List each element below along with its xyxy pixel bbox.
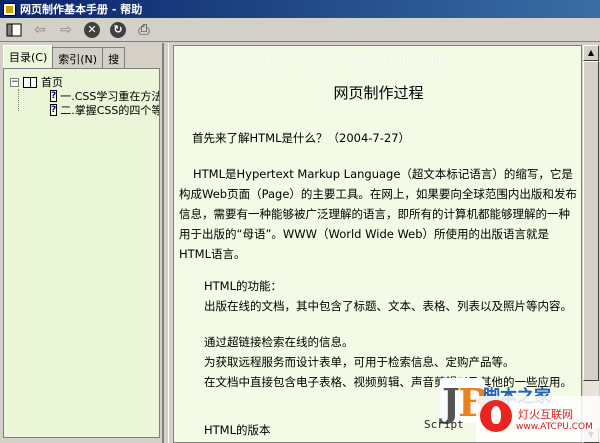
collapse-icon[interactable]: −: [10, 77, 19, 87]
print-icon: ⎙: [138, 21, 150, 38]
paragraph: 首先来了解HTML是什么？（2004-7-27）: [192, 131, 411, 145]
atcpu-logo: 灯火互联网 www.ATCPU.COM: [476, 396, 600, 442]
refresh-icon: ↻: [110, 21, 126, 38]
open-book-icon: [23, 76, 37, 88]
refresh-button[interactable]: ↻: [108, 20, 128, 40]
flame-icon: [480, 400, 512, 432]
window-title: 网页制作基本手册 - 帮助: [20, 3, 143, 16]
document-title: 网页制作过程: [333, 84, 424, 102]
tree-root-node[interactable]: − 首页: [4, 75, 159, 89]
help-app-icon: [3, 2, 16, 16]
tab-search[interactable]: 搜: [102, 47, 126, 68]
atcpu-name: 灯火互联网: [518, 408, 573, 421]
tab-contents[interactable]: 目录(C): [3, 45, 54, 68]
scroll-up-button[interactable]: ▲: [583, 45, 599, 61]
paragraph: HTML的功能：: [204, 279, 283, 293]
paragraph: 出版在线的文档，其中包含了标题、文本、表格、列表以及照片等内容。: [204, 299, 572, 313]
stop-icon: ✕: [84, 21, 100, 38]
paragraph: HTML是Hypertext Markup Language（超文本标记语言）的…: [179, 167, 577, 261]
help-page-icon: ?: [50, 104, 58, 116]
toolbar: ⇦ ⇨ ✕ ↻ ⎙: [0, 18, 600, 42]
contents-tree: − 首页 ? 一.CSS学习重在方法 ? 二.掌握CSS的四个等: [4, 75, 160, 117]
back-arrow-icon: ⇦: [34, 21, 46, 38]
contents-tree-panel: − 首页 ? 一.CSS学习重在方法 ? 二.掌握CSS的四个等: [3, 68, 160, 438]
tab-index[interactable]: 索引(N): [52, 47, 104, 68]
print-button[interactable]: ⎙: [134, 20, 154, 40]
tree-item[interactable]: ? 一.CSS学习重在方法: [4, 89, 160, 103]
powered-by-watermark: Powered by Gisun http://www.gisun.com: [178, 54, 446, 68]
tree-item[interactable]: ? 二.掌握CSS的四个等: [4, 103, 160, 117]
atcpu-url: www.ATCPU.COM: [516, 422, 593, 432]
scroll-thumb[interactable]: [583, 61, 599, 381]
hide-pane-button[interactable]: [4, 20, 24, 40]
back-button[interactable]: ⇦: [30, 20, 50, 40]
tree-root-label: 首页: [41, 76, 63, 89]
title-bar: 网页制作基本手册 - 帮助: [0, 0, 600, 18]
stop-button[interactable]: ✕: [82, 20, 102, 40]
forward-button[interactable]: ⇨: [56, 20, 76, 40]
nav-tabs: 目录(C) 索引(N) 搜: [3, 45, 126, 69]
forward-arrow-icon: ⇨: [60, 21, 72, 38]
script-label: Script: [424, 418, 464, 431]
paragraph: 为获取远程服务而设计表单，可用于检索信息、定购产品等。: [204, 355, 515, 369]
vertical-scrollbar[interactable]: ▲ ▼: [583, 45, 599, 443]
tree-item-label: 一.CSS学习重在方法: [60, 90, 160, 103]
paragraph: 通过超链接检索在线的信息。: [204, 335, 354, 349]
tree-item-label: 二.掌握CSS的四个等: [60, 104, 160, 117]
navigation-pane: 目录(C) 索引(N) 搜 − 首页 ? 一.CSS学习重在方法 ? 二.掌握C…: [0, 43, 164, 443]
help-page-icon: ?: [50, 90, 58, 102]
hide-pane-icon: [6, 23, 22, 36]
